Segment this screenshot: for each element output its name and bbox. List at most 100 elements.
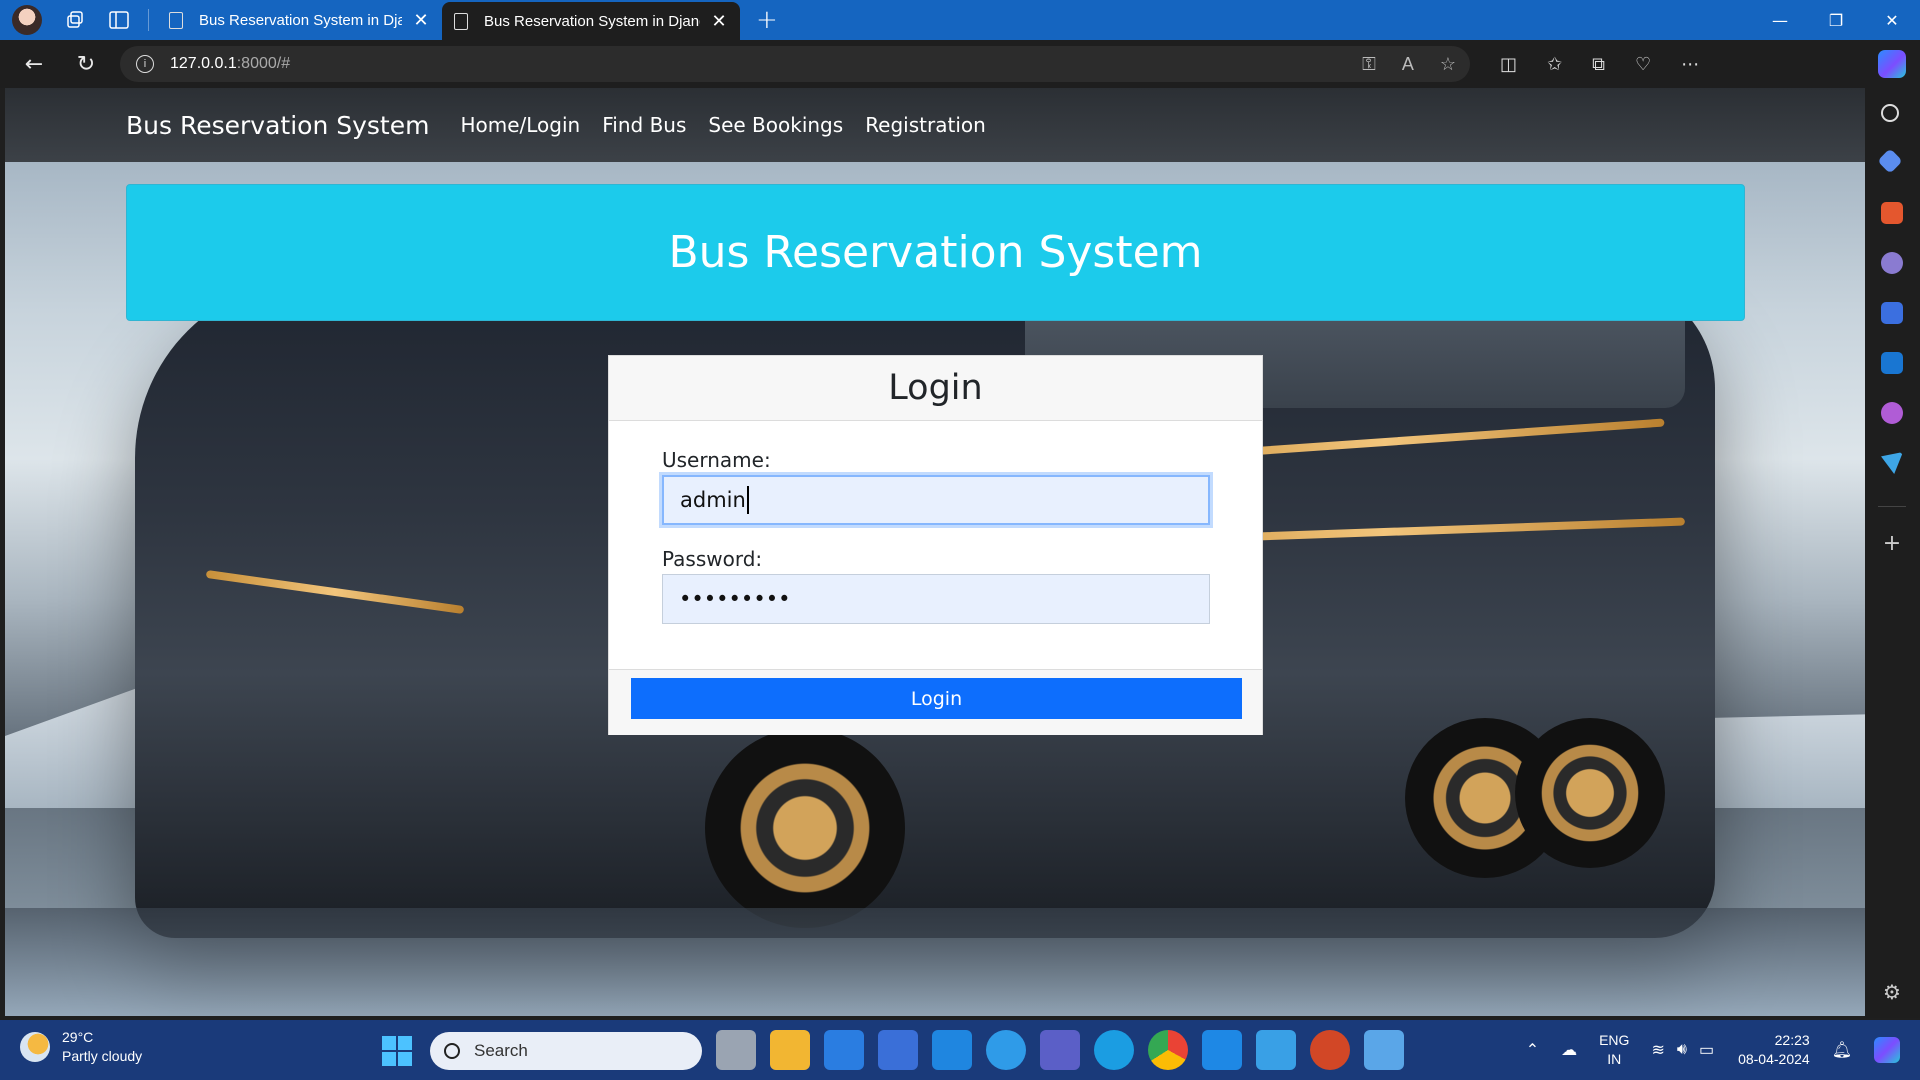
password-label: Password:: [662, 547, 763, 571]
url-host: 127.0.0.1: [170, 55, 237, 72]
tools-briefcase-icon[interactable]: [1881, 202, 1903, 224]
designer-icon[interactable]: [1881, 402, 1903, 424]
search-placeholder: Search: [474, 1041, 528, 1060]
powerpoint-icon[interactable]: [1310, 1030, 1350, 1070]
close-window-icon[interactable]: ✕: [1864, 0, 1920, 40]
login-button[interactable]: Login: [631, 678, 1242, 719]
system-tray: ⌃ ☁ ENG IN ≋ 🔊︎ ▭ 22:23 08-04-2024 🔔︎: [1504, 1020, 1900, 1080]
address-bar-actions: ⚿ A ☆: [1362, 46, 1456, 82]
username-field[interactable]: admin: [662, 475, 1210, 525]
split-screen-icon[interactable]: ◫: [1500, 54, 1517, 75]
text-caret: [746, 486, 749, 514]
vertical-tabs-icon[interactable]: [108, 9, 130, 31]
microsoft-store-icon[interactable]: [824, 1030, 864, 1070]
more-options-icon[interactable]: ⋯: [1681, 54, 1699, 75]
games-icon[interactable]: [1881, 252, 1903, 274]
username-value: admin: [680, 488, 746, 512]
login-card: Login Username: admin Password: ••••••••…: [608, 355, 1263, 735]
tab-active[interactable]: Bus Reservation System in Djang ✕: [442, 2, 740, 40]
page-viewport: Bus Reservation System Home/Login Find B…: [5, 88, 1865, 1016]
region-code: IN: [1607, 1051, 1622, 1067]
nav-home-login[interactable]: Home/Login: [460, 113, 580, 137]
clock-time: 22:23: [1774, 1032, 1810, 1048]
address-bar[interactable]: i 127.0.0.1:8000/# ⚿ A ☆: [120, 46, 1470, 82]
outlook-icon[interactable]: [1881, 352, 1903, 374]
profile-avatar[interactable]: [12, 5, 42, 35]
back-icon[interactable]: ←: [16, 46, 52, 82]
clock[interactable]: 22:23 08-04-2024: [1738, 1031, 1810, 1069]
nav-registration[interactable]: Registration: [865, 113, 986, 137]
settings-gear-icon[interactable]: ⚙: [1881, 981, 1903, 1003]
new-tab-icon[interactable]: +: [756, 5, 778, 35]
favorites-icon[interactable]: ✩: [1547, 54, 1562, 75]
teams-icon[interactable]: [1040, 1030, 1080, 1070]
mail-icon[interactable]: [932, 1030, 972, 1070]
hero-title: Bus Reservation System: [668, 227, 1203, 278]
file-explorer-icon[interactable]: [770, 1030, 810, 1070]
page-icon: [169, 11, 183, 29]
collections-icon[interactable]: ⧉: [1592, 54, 1605, 75]
close-tab-icon[interactable]: ✕: [412, 10, 430, 31]
onedrive-cloud-icon[interactable]: ☁: [1561, 1040, 1577, 1060]
username-label: Username:: [662, 448, 771, 472]
password-field[interactable]: •••••••••: [662, 574, 1210, 624]
pinned-apps: [716, 1030, 1404, 1070]
show-hidden-icons-icon[interactable]: ⌃: [1526, 1040, 1539, 1060]
vscode-icon[interactable]: [1202, 1030, 1242, 1070]
tab-inactive[interactable]: Bus Reservation System in Djang ✕: [157, 0, 442, 40]
edge-sidebar: + ⚙: [1864, 88, 1920, 1018]
site-info-icon[interactable]: i: [136, 55, 154, 73]
task-view-icon[interactable]: [716, 1030, 756, 1070]
minimize-icon[interactable]: —: [1752, 0, 1808, 40]
lang-code: ENG: [1599, 1032, 1630, 1048]
taskbar-search[interactable]: Search: [430, 1032, 702, 1070]
hero-banner: Bus Reservation System: [126, 184, 1745, 321]
clock-date: 08-04-2024: [1738, 1051, 1810, 1067]
send-icon[interactable]: [1881, 452, 1903, 474]
refresh-icon[interactable]: ↻: [68, 46, 104, 82]
favorite-star-icon[interactable]: ☆: [1440, 54, 1456, 75]
bus-rear-wheel: [1515, 718, 1665, 868]
weather-desc: Partly cloudy: [62, 1048, 143, 1064]
shopping-tag-icon[interactable]: [1877, 148, 1903, 174]
windows-taskbar: 29°C Partly cloudy Search ⌃ ☁ ENG IN ≋ 🔊…: [0, 1020, 1920, 1080]
nav-find-bus[interactable]: Find Bus: [602, 113, 686, 137]
weather-temp: 29°C: [62, 1029, 94, 1045]
edge-icon[interactable]: [1094, 1030, 1134, 1070]
restore-icon[interactable]: ❐: [1808, 0, 1864, 40]
sidebar-divider: [1878, 506, 1906, 507]
browser-essentials-icon[interactable]: ♡: [1635, 54, 1651, 75]
password-key-icon[interactable]: ⚿: [1362, 54, 1376, 75]
myhp-icon[interactable]: [878, 1030, 918, 1070]
copilot-icon[interactable]: [1878, 50, 1906, 78]
start-button-icon[interactable]: [382, 1036, 412, 1066]
volume-icon[interactable]: 🔊︎: [1677, 1041, 1687, 1059]
notifications-bell-icon[interactable]: 🔔︎: [1832, 1040, 1852, 1060]
language-indicator[interactable]: ENG IN: [1599, 1031, 1629, 1069]
help-icon[interactable]: [986, 1030, 1026, 1070]
copilot-taskbar-icon[interactable]: [1874, 1037, 1900, 1063]
page-icon: [454, 12, 468, 30]
login-card-footer: Login: [609, 669, 1262, 735]
workspaces-icon[interactable]: [64, 9, 86, 31]
notepad-icon[interactable]: [1364, 1030, 1404, 1070]
site-navbar: Bus Reservation System Home/Login Find B…: [5, 88, 1865, 162]
photos-icon[interactable]: [1256, 1030, 1296, 1070]
battery-icon[interactable]: ▭: [1699, 1040, 1714, 1060]
microsoft365-icon[interactable]: [1881, 302, 1903, 324]
add-sidebar-app-icon[interactable]: +: [1881, 533, 1903, 555]
nav-links: Home/Login Find Bus See Bookings Registr…: [460, 113, 1007, 137]
close-tab-icon[interactable]: ✕: [710, 11, 728, 32]
login-form: Username: admin Password: •••••••••: [609, 421, 1262, 624]
weather-widget[interactable]: 29°C Partly cloudy: [20, 1028, 142, 1066]
sidebar-search-icon[interactable]: [1881, 104, 1899, 122]
wifi-icon[interactable]: ≋: [1651, 1040, 1664, 1060]
browser-titlebar: Bus Reservation System in Djang ✕ Bus Re…: [0, 0, 1920, 40]
nav-see-bookings[interactable]: See Bookings: [708, 113, 843, 137]
read-aloud-icon[interactable]: A: [1402, 54, 1414, 75]
chrome-icon[interactable]: [1148, 1030, 1188, 1070]
tab-title: Bus Reservation System in Djang: [484, 12, 700, 30]
browser-toolbar: ◫ ✩ ⧉ ♡ ⋯: [1500, 54, 1699, 75]
address-toolbar: ← ↻ i 127.0.0.1:8000/# ⚿ A ☆ ◫ ✩ ⧉ ♡ ⋯: [0, 40, 1920, 88]
site-brand[interactable]: Bus Reservation System: [126, 111, 429, 140]
